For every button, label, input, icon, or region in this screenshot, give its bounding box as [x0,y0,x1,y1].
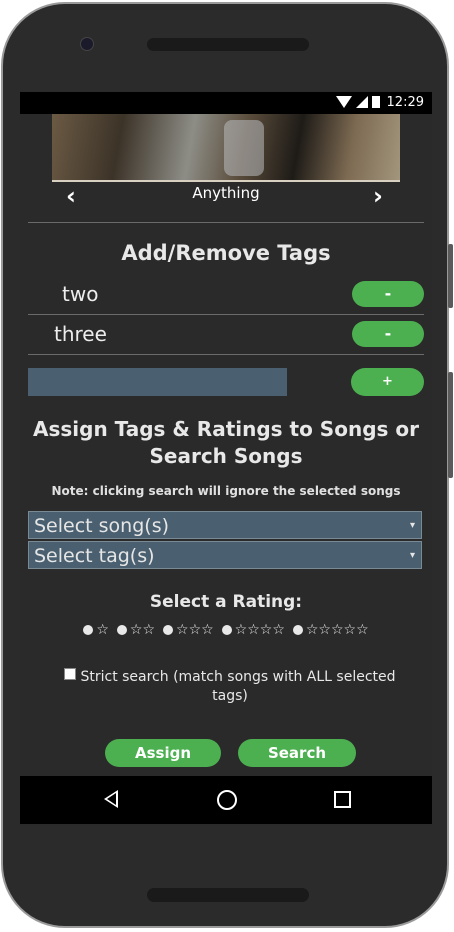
rating-stars: ☆☆☆☆ [234,622,285,638]
rating-stars: ☆ [96,622,109,638]
new-tag-input[interactable] [28,368,287,396]
album-title: Anything [192,184,260,202]
volume-button [448,244,453,308]
song-select[interactable]: Select song(s) ▾ [28,511,422,539]
wifi-icon [336,96,352,108]
radio-icon[interactable] [116,625,127,635]
tag-divider [28,354,424,355]
back-icon[interactable] [104,790,118,808]
remove-tag-button[interactable]: - [352,281,424,307]
assign-button[interactable]: Assign [105,739,221,767]
screen: 12:29 ‹ Anything › Add/Remove Tags two -… [20,92,432,826]
rating-option[interactable]: ☆☆☆ [163,622,214,638]
rating-option[interactable]: ☆☆☆☆ [221,622,285,638]
battery-icon [372,96,380,108]
rating-stars: ☆☆ [129,622,156,638]
tag-label: two [62,282,99,306]
player-nav: ‹ Anything › [20,182,432,212]
rating-stars: ☆☆☆ [176,622,214,638]
song-select-value: Select song(s) [34,515,170,537]
search-note: Note: clicking search will ignore the se… [51,484,401,498]
status-bar: 12:29 [20,92,432,114]
radio-icon[interactable] [292,625,303,635]
strict-search-label: Strict search (match songs with ALL sele… [80,669,396,704]
tags-heading: Add/Remove Tags [121,241,331,265]
chevron-down-icon: ▾ [409,520,415,531]
chevron-down-icon: ▾ [409,550,415,561]
rating-options: ☆ ☆☆ ☆☆☆ ☆☆☆☆ ☆☆☆☆☆ [20,622,432,638]
tag-row: three - [28,314,424,354]
signal-icon [356,96,368,108]
recent-apps-icon[interactable] [334,791,351,808]
earpiece-speaker [147,38,309,51]
rating-option[interactable]: ☆ [83,622,109,638]
app-content: ‹ Anything › Add/Remove Tags two - three… [20,114,432,776]
rating-option[interactable]: ☆☆ [116,622,156,638]
tag-select[interactable]: Select tag(s) ▾ [28,541,422,569]
strict-search-checkbox[interactable] [64,668,77,680]
assign-heading: Assign Tags & Ratings to Songs or Search… [33,417,419,468]
tag-label: three [54,322,107,346]
rating-heading: Select a Rating: [149,592,303,612]
radio-icon[interactable] [221,625,232,635]
bottom-speaker [147,888,309,902]
tag-row: two - [28,274,424,314]
front-camera [80,37,94,51]
status-icons [336,96,380,108]
status-time: 12:29 [386,95,424,110]
home-icon[interactable] [217,790,237,810]
android-nav-bar [20,776,432,824]
search-button[interactable]: Search [238,739,356,767]
album-art [52,114,400,182]
radio-icon[interactable] [83,625,94,635]
next-icon[interactable]: › [373,182,383,210]
radio-icon[interactable] [163,625,174,635]
rating-stars: ☆☆☆☆☆ [305,622,369,638]
add-tag-button[interactable]: + [351,368,424,396]
remove-tag-button[interactable]: - [352,321,424,347]
album-art-detail [224,120,264,176]
power-button [448,372,453,478]
rating-option[interactable]: ☆☆☆☆☆ [292,622,369,638]
section-divider [28,222,424,223]
tag-select-value: Select tag(s) [34,545,155,567]
strict-search-option[interactable]: Strict search (match songs with ALL sele… [50,668,410,706]
